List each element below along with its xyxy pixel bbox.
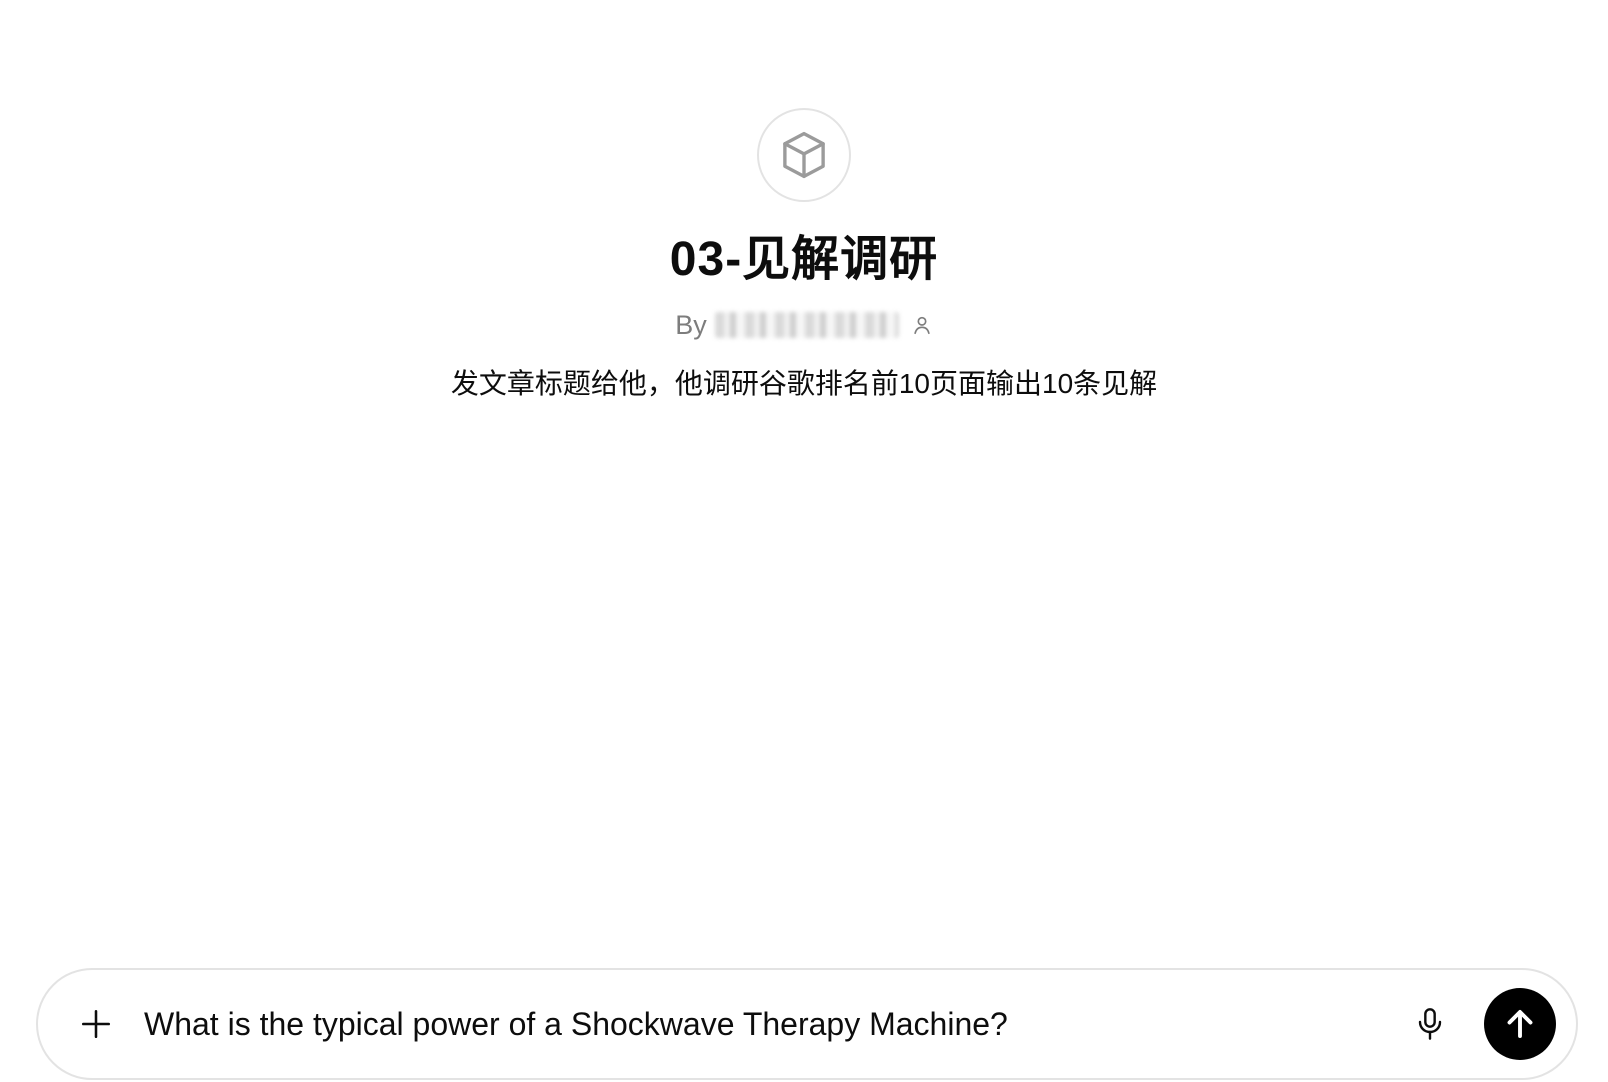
gpt-byline: By [675,308,933,342]
gpt-avatar [757,108,851,202]
gpt-start-page: 03-见解调研 By 发文章标题给他，他调研谷歌排名前10页面输出10条见解 W… [0,0,1608,1082]
attach-button[interactable] [72,1000,120,1048]
microphone-icon [1418,1008,1442,1040]
voice-input-button[interactable] [1404,998,1456,1050]
prompt-input[interactable]: What is the typical power of a Shockwave… [144,1004,1404,1044]
byline-prefix: By [675,310,707,340]
send-button[interactable] [1484,988,1556,1060]
gpt-description: 发文章标题给他，他调研谷歌排名前10页面输出10条见解 [450,368,1158,399]
cube-icon [783,131,825,179]
message-composer: What is the typical power of a Shockwave… [36,968,1578,1080]
arrow-up-icon [1507,1010,1533,1038]
person-icon[interactable] [911,314,933,336]
author-name-redacted [714,312,899,338]
gpt-profile: 03-见解调研 By 发文章标题给他，他调研谷歌排名前10页面输出10条见解 [0,108,1608,404]
gpt-title: 03-见解调研 [669,233,939,286]
plus-icon [81,1009,111,1039]
